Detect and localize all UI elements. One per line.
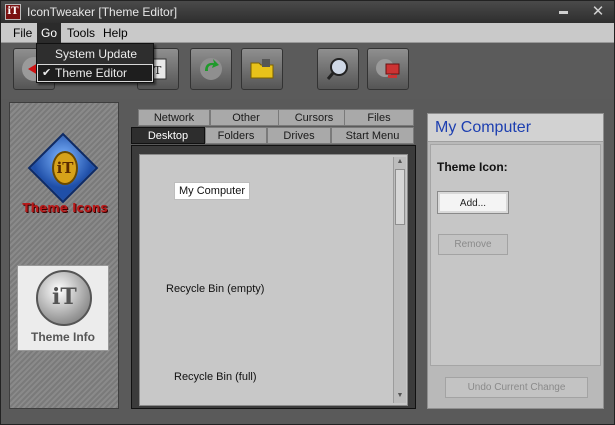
app-window: iT IconTweaker [Theme Editor] ✕ File Go …: [0, 0, 615, 425]
menu-item-theme-editor[interactable]: ✔ Theme Editor: [37, 64, 153, 82]
list-scrollbar[interactable]: ▲ ▼: [393, 157, 406, 403]
theme-icons-label: Theme Icons: [22, 201, 108, 215]
tab-start-menu[interactable]: Start Menu: [331, 127, 414, 144]
icon-list[interactable]: My Computer Recycle Bin (empty) Recycle …: [139, 154, 408, 406]
menu-item-label: Theme Editor: [55, 66, 128, 80]
tab-drives[interactable]: Drives: [267, 127, 331, 144]
it-logo-icon: iT: [52, 284, 77, 310]
tab-files[interactable]: Files: [344, 109, 414, 126]
menu-go[interactable]: Go: [37, 23, 62, 43]
tab-other[interactable]: Other: [210, 109, 282, 126]
desktop-tab-panel: My Computer Recycle Bin (empty) Recycle …: [131, 145, 416, 409]
tab-desktop[interactable]: Desktop: [131, 127, 205, 144]
scroll-down-icon[interactable]: ▼: [395, 391, 405, 401]
menu-file[interactable]: File: [9, 23, 36, 43]
go-dropdown-menu: System Update ✔ Theme Editor: [36, 43, 154, 83]
scroll-thumb[interactable]: [395, 169, 405, 225]
undo-current-change-button[interactable]: Undo Current Change: [445, 377, 588, 398]
svg-text:T: T: [154, 64, 162, 77]
tab-cursors[interactable]: Cursors: [278, 109, 350, 126]
category-tabs: Network Other Cursors Files Desktop Fold…: [131, 109, 416, 409]
it-logo-icon: iT: [52, 151, 78, 185]
menu-item-label: System Update: [55, 47, 138, 61]
title-bar: iT IconTweaker [Theme Editor] ✕: [1, 1, 614, 23]
refresh-icon: [200, 58, 222, 80]
detail-header: My Computer: [428, 114, 603, 142]
list-item[interactable]: My Computer: [174, 182, 251, 200]
tab-network[interactable]: Network: [138, 109, 210, 126]
close-icon[interactable]: ✕: [584, 2, 612, 22]
search-button[interactable]: [317, 48, 359, 90]
theme-info-label: Theme Info: [30, 330, 95, 344]
list-item[interactable]: Recycle Bin (empty): [162, 281, 268, 297]
theme-icons-button[interactable]: iT Theme Icons: [16, 132, 114, 223]
window-title: IconTweaker [Theme Editor]: [27, 5, 178, 19]
menu-bar: File Go Tools Help: [1, 23, 614, 43]
app-logo-icon: iT: [5, 4, 21, 20]
open-folder-button[interactable]: [241, 48, 283, 90]
tab-folders[interactable]: Folders: [205, 127, 267, 144]
theme-icon-box: Theme Icon: Add... Remove: [430, 144, 601, 366]
theme-icon-label: Theme Icon:: [437, 160, 508, 174]
computer-icon: [376, 59, 400, 78]
system-button[interactable]: [367, 48, 409, 90]
menu-tools[interactable]: Tools: [63, 23, 99, 43]
checkmark-icon: ✔: [42, 67, 52, 79]
detail-title: My Computer: [435, 119, 532, 136]
sidebar: iT Theme Icons iT Theme Info: [9, 102, 119, 409]
remove-button[interactable]: Remove: [438, 234, 508, 255]
magnifier-icon: [326, 58, 348, 80]
scroll-up-icon[interactable]: ▲: [395, 157, 405, 167]
theme-info-button[interactable]: iT Theme Info: [17, 265, 109, 351]
menu-item-system-update[interactable]: System Update: [37, 45, 153, 63]
minimize-icon[interactable]: [559, 11, 568, 14]
list-item[interactable]: Recycle Bin (full): [170, 369, 261, 385]
menu-help[interactable]: Help: [99, 23, 132, 43]
icon-detail-panel: My Computer Theme Icon: Add... Remove Un…: [427, 113, 604, 409]
add-button[interactable]: Add...: [437, 191, 509, 214]
folder-icon: [250, 59, 274, 79]
refresh-button[interactable]: [190, 48, 232, 90]
